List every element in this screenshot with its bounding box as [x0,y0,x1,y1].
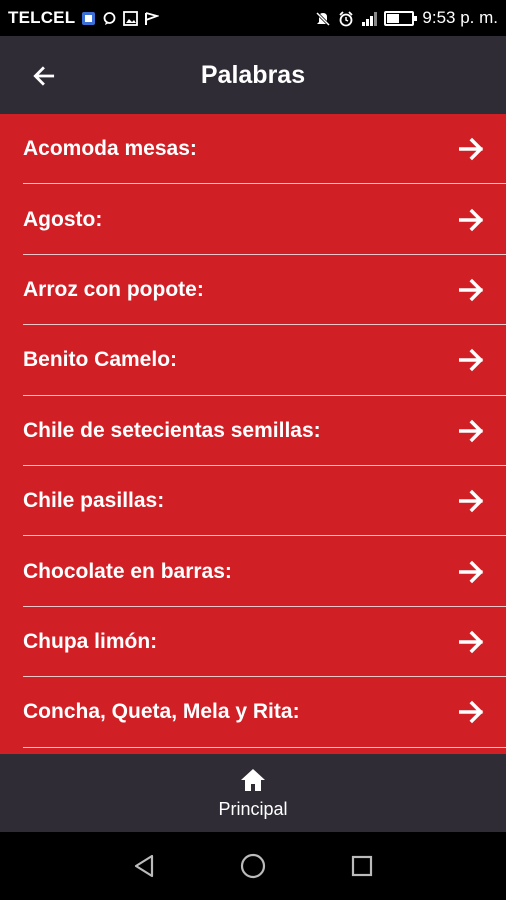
system-back-button[interactable] [124,846,164,886]
list-item-label: Benito Camelo: [23,348,178,372]
arrow-forward-icon [456,344,488,376]
image-icon [123,10,139,26]
status-bar: TELCEL 9:53 p. m. [0,0,506,36]
status-left: TELCEL [8,8,161,28]
app-bar: Palabras [0,36,506,114]
mute-icon [315,11,331,26]
system-nav-bar [0,832,506,900]
system-recents-button[interactable] [342,846,382,886]
list-item-label: Chile de setecientas semillas: [23,418,321,442]
list-item[interactable]: Chocolate en barras: [0,536,506,608]
list-item[interactable]: Chile pasillas: [0,466,506,537]
nav-principal-label: Principal [218,798,288,819]
list-item[interactable]: Chile de setecientas semillas: [0,396,506,467]
flag-icon [144,11,161,26]
list-item-label: Chocolate en barras: [23,559,232,583]
word-list: Acomoda mesas: Agosto: Arroz con popote: Be… [0,114,506,754]
arrow-forward-icon [456,556,488,588]
list-item[interactable]: Arroz con popote: [0,255,506,326]
system-home-button[interactable] [233,846,273,886]
arrow-forward-icon [456,485,488,517]
back-button[interactable] [28,60,60,92]
list-item-label: Chile pasillas: [23,489,165,513]
list-item[interactable]: Agosto: [0,184,506,256]
signal-icon [361,11,378,26]
list-item[interactable]: Benito Camelo: [0,325,506,396]
bottom-nav: Principal [0,754,506,832]
message-icon [102,11,117,26]
app-notification-icon [81,11,96,26]
battery-level [387,13,400,23]
triangle-back-icon [135,854,154,878]
arrow-forward-icon [456,626,488,658]
circle-home-icon [240,853,266,879]
carrier-name: TELCEL [8,8,76,27]
list-item-label: Acomoda mesas: [23,137,197,161]
home-icon [241,768,265,791]
arrow-forward-icon [456,415,488,447]
list-item-label: Concha, Queta, Mela y Rita: [23,700,300,724]
arrow-forward-icon [456,133,488,165]
list-item[interactable]: Chupa limón: [0,607,506,678]
list-item-label: Arroz con popote: [23,277,204,301]
list-item-label: Agosto: [23,207,103,231]
nav-principal[interactable]: Principal [218,767,288,820]
square-recents-icon [351,855,372,877]
list-item[interactable]: Acomoda mesas: [0,114,506,185]
list-item-label: Chupa limón: [23,629,158,653]
arrow-back-icon [33,66,55,86]
status-right: 9:53 p. m. [315,8,498,28]
arrow-forward-icon [456,696,488,728]
clock: 9:53 p. m. [422,8,498,27]
arrow-forward-icon [456,274,488,306]
battery-icon [384,10,418,26]
page-title: Palabras [200,60,306,89]
list-item[interactable]: Concha, Queta, Mela y Rita: [0,677,506,748]
arrow-forward-icon [456,204,488,236]
alarm-icon [338,10,354,26]
